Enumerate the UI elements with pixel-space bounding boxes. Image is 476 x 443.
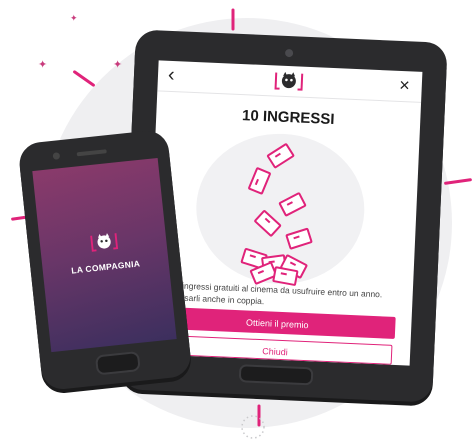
modal-title: 10 INGRESSI: [241, 107, 335, 129]
sparkle-icon: ✦: [38, 59, 48, 71]
sparkle-icon: ✦: [113, 59, 123, 71]
decor-ray: [443, 178, 473, 185]
ticket-icon: [266, 142, 296, 169]
decor-ray: [72, 69, 96, 88]
cat-mask-logo-icon: [274, 71, 304, 91]
tablet-home-button: [238, 364, 314, 386]
chevron-left-icon[interactable]: ‹: [168, 64, 176, 87]
cat-mask-logo-icon: [90, 233, 119, 252]
tablet-camera: [284, 48, 294, 58]
sparkle-icon: ✦: [70, 13, 78, 23]
decor-ray: [231, 8, 235, 31]
phone-home-button: [94, 350, 141, 376]
phone-speaker: [76, 149, 107, 157]
tickets-icon: [193, 130, 368, 288]
phone-camera: [52, 152, 61, 160]
close-button[interactable]: Chiudi: [157, 334, 393, 365]
ticket-icon: [285, 227, 313, 250]
modal-header: ‹ ×: [157, 60, 423, 103]
ticket-icon: [253, 209, 282, 238]
brand-name: LA COMPAGNIA: [70, 258, 141, 276]
dotted-circle-decoration: [241, 415, 265, 439]
phone-device: LA COMPAGNIA: [17, 128, 193, 392]
ticket-icon: [247, 166, 272, 196]
get-prize-button[interactable]: Ottieni il premio: [158, 306, 396, 339]
ticket-icon: [278, 191, 307, 217]
tablet-screen: ‹ × 10 INGRESSI Dieci ingressi gratuiti …: [145, 60, 423, 366]
close-icon[interactable]: ×: [399, 75, 410, 96]
phone-splash-screen: LA COMPAGNIA: [32, 157, 177, 353]
